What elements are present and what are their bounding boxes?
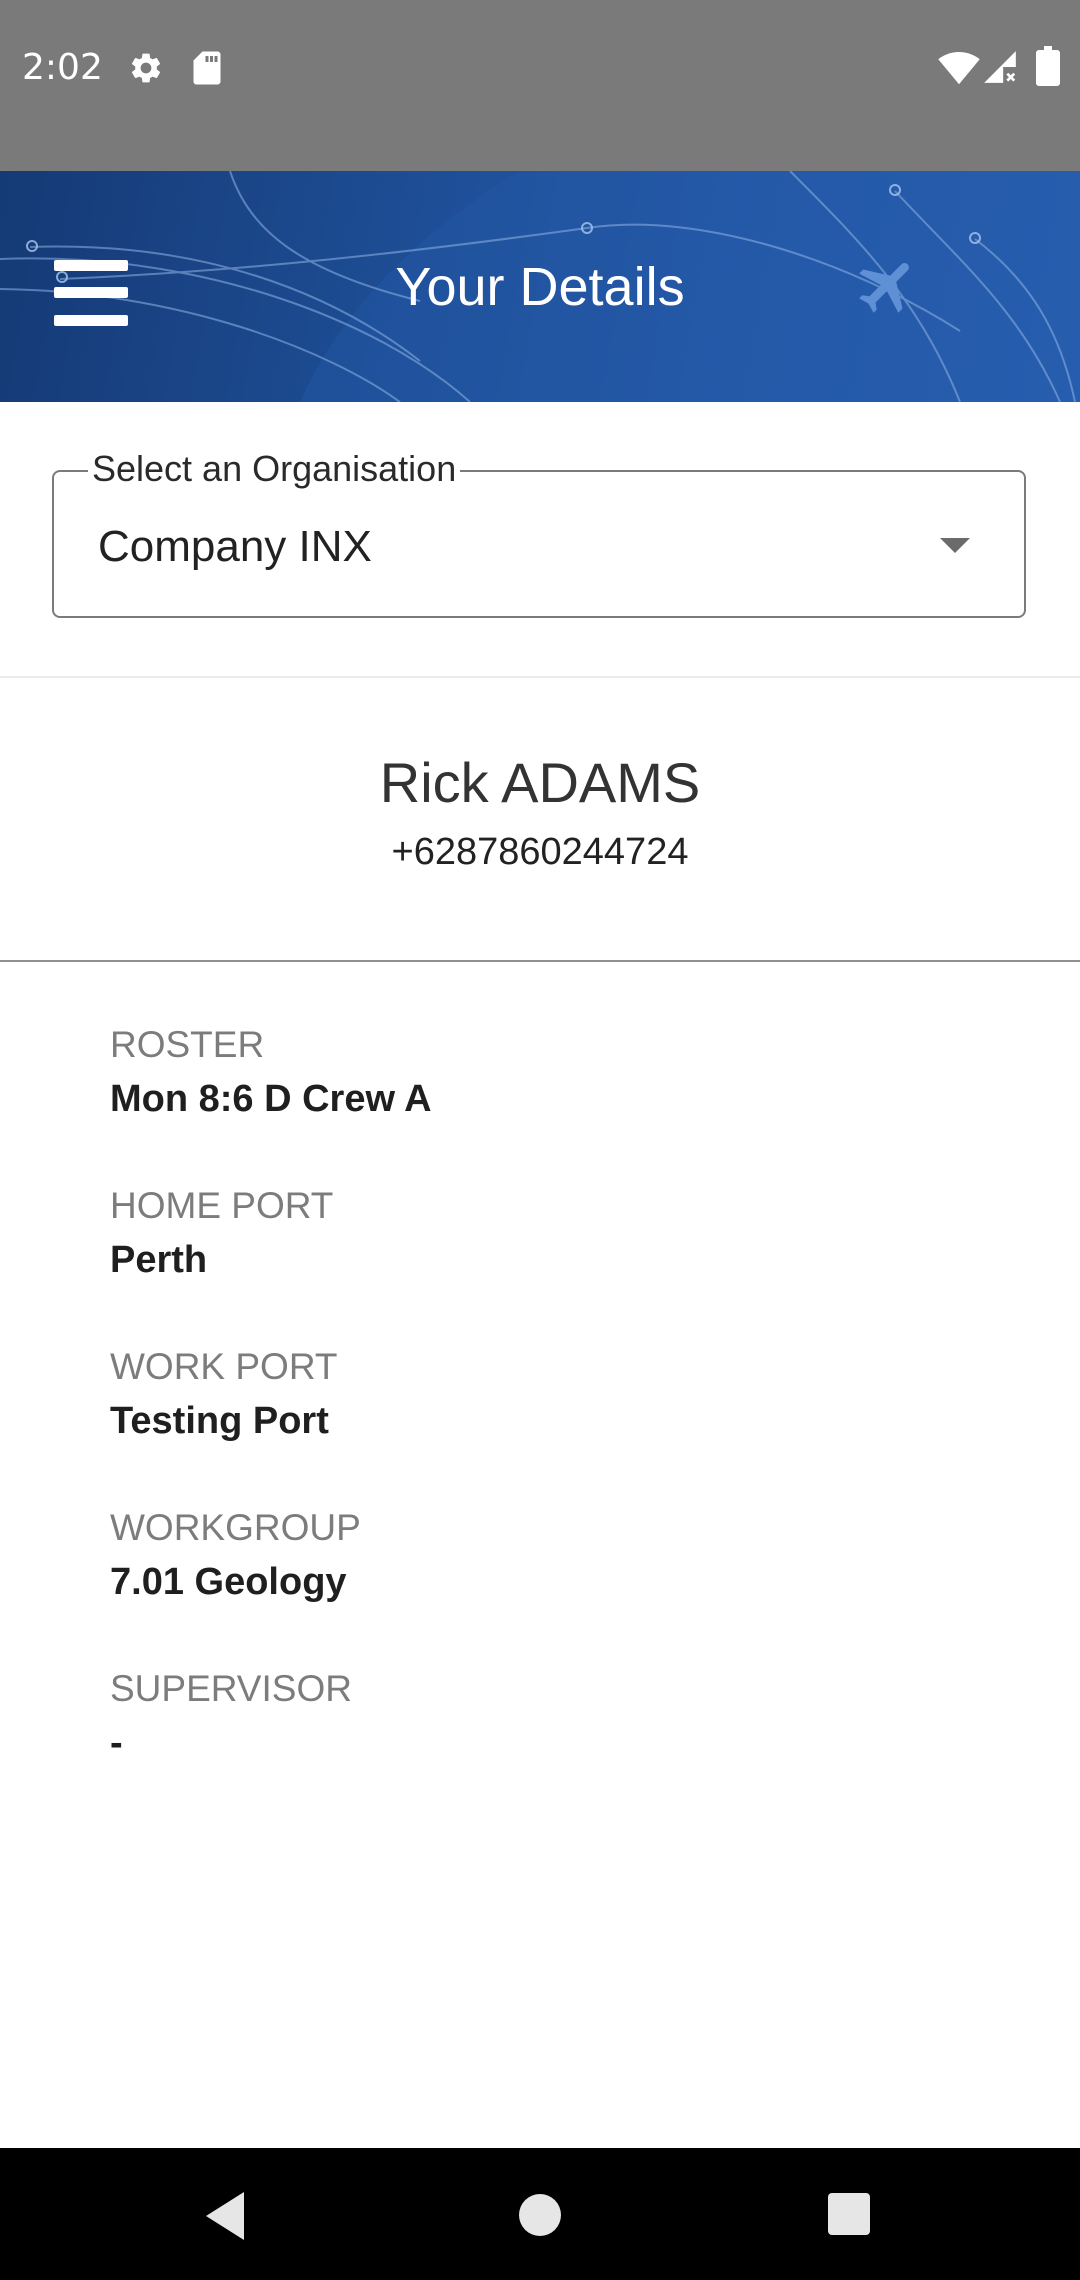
detail-label: HOME PORT <box>110 1185 334 1226</box>
gear-icon <box>128 50 164 86</box>
detail-label: WORKGROUP <box>110 1507 361 1548</box>
organisation-select-label: Select an Organisation <box>88 446 461 492</box>
app-header: Your Details <box>0 171 1080 402</box>
detail-value: 7.01 Geology <box>110 1561 347 1603</box>
profile-phone: +6287860244724 <box>391 831 689 873</box>
profile-divider <box>0 960 1080 962</box>
detail-work-port: WORK PORT Testing Port <box>110 1344 1010 1444</box>
recents-icon[interactable] <box>828 2193 870 2235</box>
wifi-icon <box>938 48 980 86</box>
detail-label: ROSTER <box>110 1024 265 1065</box>
detail-home-port: HOME PORT Perth <box>110 1183 1010 1283</box>
section-divider <box>0 676 1080 678</box>
status-time: 2:02 <box>22 47 103 88</box>
airplane-icon <box>859 263 909 313</box>
detail-label: WORK PORT <box>110 1346 338 1387</box>
dropdown-arrow-icon <box>940 538 970 553</box>
status-bar: 2:02 <box>0 0 1080 171</box>
detail-supervisor: SUPERVISOR - <box>110 1666 1010 1766</box>
detail-value: - <box>110 1722 123 1764</box>
detail-roster: ROSTER Mon 8:6 D Crew A <box>110 1022 1010 1122</box>
system-nav-bar <box>0 2148 1080 2280</box>
home-icon[interactable] <box>519 2194 561 2236</box>
organisation-select[interactable]: Select an Organisation Company INX <box>52 446 1026 618</box>
signal-icon <box>980 48 1020 86</box>
detail-workgroup: WORKGROUP 7.01 Geology <box>110 1505 1010 1605</box>
detail-value: Testing Port <box>110 1400 329 1442</box>
sd-card-icon <box>192 50 222 86</box>
profile-name: Rick ADAMS <box>379 751 701 814</box>
detail-value: Mon 8:6 D Crew A <box>110 1078 432 1120</box>
battery-icon <box>1036 46 1060 86</box>
back-icon[interactable] <box>206 2192 244 2240</box>
organisation-select-value: Company INX <box>98 522 372 571</box>
detail-label: SUPERVISOR <box>110 1668 352 1709</box>
detail-value: Perth <box>110 1239 208 1281</box>
